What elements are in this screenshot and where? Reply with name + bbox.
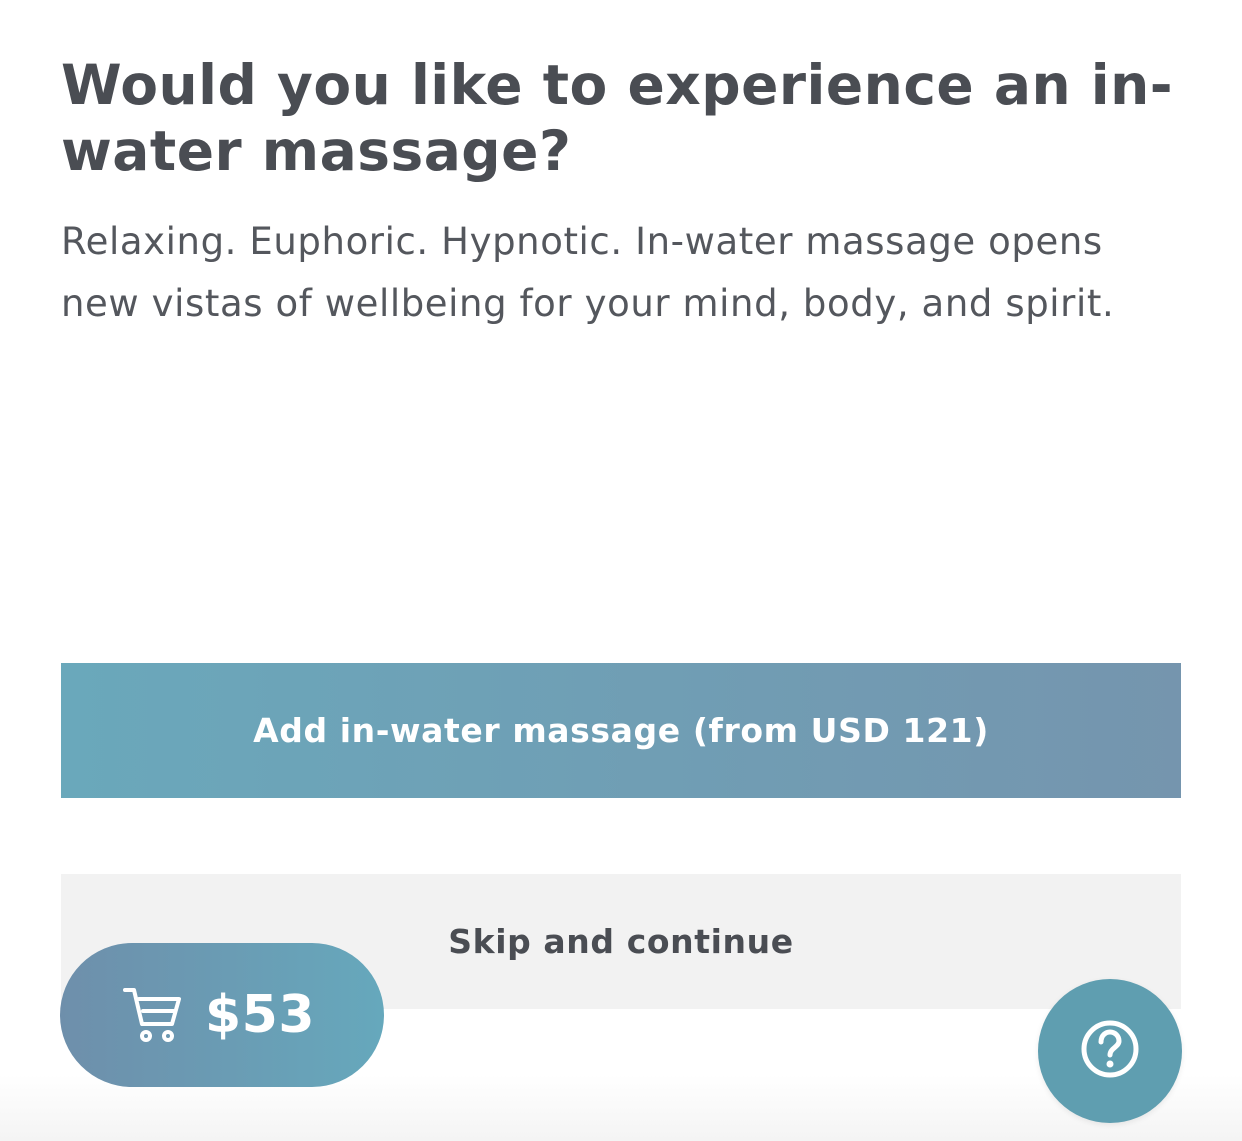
add-in-water-massage-button[interactable]: Add in-water massage (from USD 121) xyxy=(61,663,1181,798)
cart-total: $53 xyxy=(204,985,316,1045)
help-button[interactable] xyxy=(1038,979,1182,1123)
page-title: Would you like to experience an in-water… xyxy=(61,53,1174,183)
massage-upsell-page: Would you like to experience an in-water… xyxy=(0,0,1242,1141)
cart-button[interactable]: $53 xyxy=(60,943,384,1087)
shopping-cart-icon xyxy=(122,986,183,1044)
page-description: Relaxing. Euphoric. Hypnotic. In-water m… xyxy=(61,220,1115,325)
add-button-label: Add in-water massage (from USD 121) xyxy=(253,711,989,750)
question-mark-icon xyxy=(1079,1018,1141,1084)
skip-button-label: Skip and continue xyxy=(448,922,794,961)
